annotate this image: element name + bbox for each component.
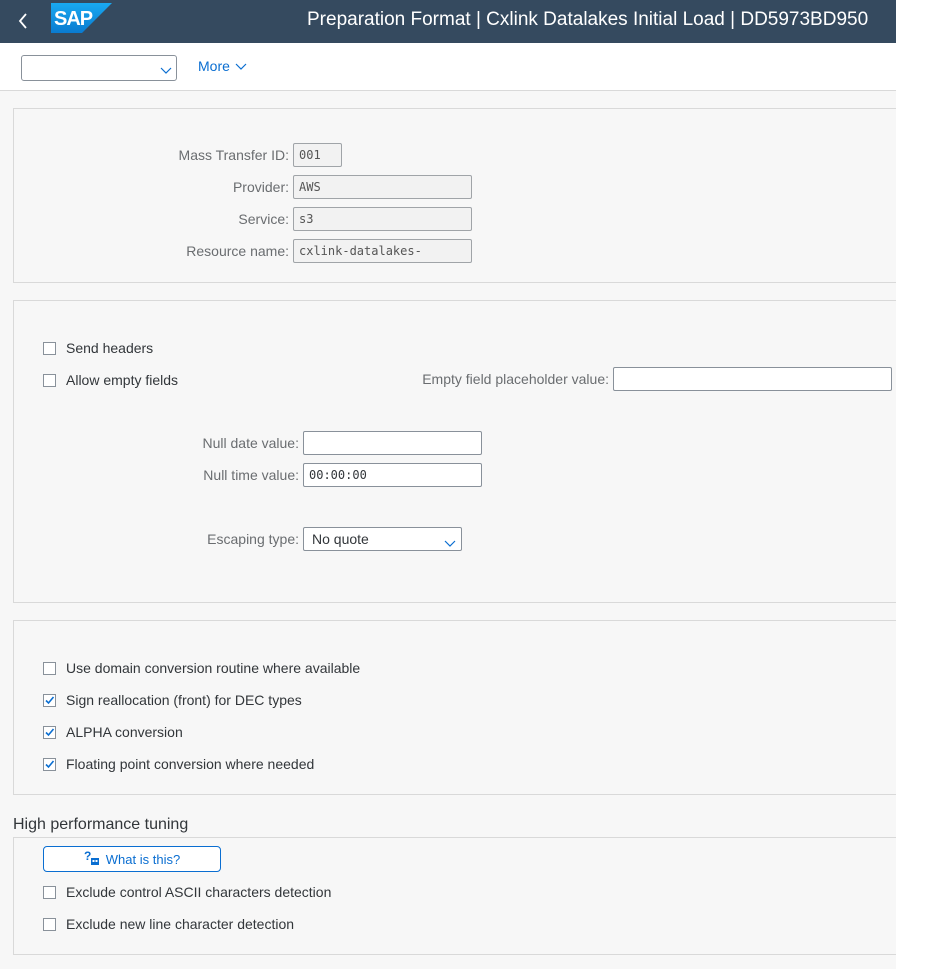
checkbox-label: Sign reallocation (front) for DEC types [66,692,302,708]
service-label: Service: [238,211,289,227]
checkbox-label: ALPHA conversion [66,724,183,740]
exclude-newline-detection-checkbox[interactable]: Exclude new line character detection [43,916,294,932]
domain-conversion-checkbox[interactable]: Use domain conversion routine where avai… [43,660,360,676]
checkbox[interactable] [43,917,56,931]
help-button-label: What is this? [105,851,181,867]
sap-logo[interactable]: SAP [51,3,112,33]
section-title: High performance tuning [13,816,189,833]
shell-bar: SAP Preparation Format | Cxlink Datalake… [0,0,896,43]
more-button[interactable]: More [198,58,247,74]
null-date-input[interactable] [303,431,482,455]
sign-reallocation-checkbox[interactable]: Sign reallocation (front) for DEC types [43,692,302,708]
checkmark-icon [45,727,55,736]
checkbox[interactable] [43,693,56,707]
checkbox-label: Use domain conversion routine where avai… [66,660,361,676]
checkbox[interactable] [43,725,56,739]
null-time-input[interactable]: 00:00:00 [303,463,482,487]
page-title: Preparation Format | Cxlink Datalakes In… [307,9,869,30]
escaping-type-select[interactable]: No quote [303,527,462,551]
checkbox[interactable] [43,757,56,771]
chevron-down-icon [444,535,456,551]
mass-transfer-id-field[interactable]: 001 [293,143,342,167]
checkbox-label: Exclude new line character detection [66,916,295,932]
toolbar: More [0,43,896,91]
help-icon: ? [84,849,100,869]
send-headers-checkbox[interactable]: Send headers [43,340,153,356]
null-time-label: Null time value: [203,467,299,483]
provider-label: Provider: [232,179,289,195]
allow-empty-fields-checkbox[interactable]: Allow empty fields [43,372,178,388]
back-button[interactable] [12,8,36,34]
resource-name-label: Resource name: [186,243,289,259]
chevron-down-icon [235,58,247,74]
more-label: More [198,58,230,74]
exclude-ascii-detection-checkbox[interactable]: Exclude control ASCII characters detecti… [43,884,331,900]
provider-field[interactable]: AWS [293,175,472,199]
floating-point-conversion-checkbox[interactable]: Floating point conversion where needed [43,756,314,772]
checkmark-icon [45,695,55,704]
checkbox[interactable] [43,885,56,899]
checkbox[interactable] [43,373,56,387]
empty-placeholder-label: Empty field placeholder value: [422,371,609,387]
checkbox-label: Exclude control ASCII characters detecti… [66,884,332,900]
svg-text:?: ? [84,850,91,863]
empty-placeholder-input[interactable] [613,367,892,391]
checkbox-label: Allow empty fields [66,372,179,388]
service-field[interactable]: s3 [293,207,472,231]
app-window: SAP Preparation Format | Cxlink Datalake… [0,0,896,969]
chevron-left-icon [12,8,36,34]
alpha-conversion-checkbox[interactable]: ALPHA conversion [43,724,183,740]
mass-transfer-id-label: Mass Transfer ID: [178,147,289,163]
resource-name-field[interactable]: cxlink-datalakes- [293,239,472,263]
checkbox[interactable] [43,661,56,675]
variant-select[interactable] [21,55,177,81]
escaping-type-value: No quote [312,531,369,547]
escaping-type-label: Escaping type: [207,531,299,547]
chevron-down-icon [160,62,172,80]
checkbox-label: Floating point conversion where needed [66,756,315,772]
checkbox[interactable] [43,341,56,355]
svg-text:SAP: SAP [54,8,93,30]
null-date-label: Null date value: [202,435,299,451]
what-is-this-button[interactable]: ? What is this? [43,846,221,872]
checkmark-icon [45,759,55,768]
checkbox-label: Send headers [66,340,154,356]
